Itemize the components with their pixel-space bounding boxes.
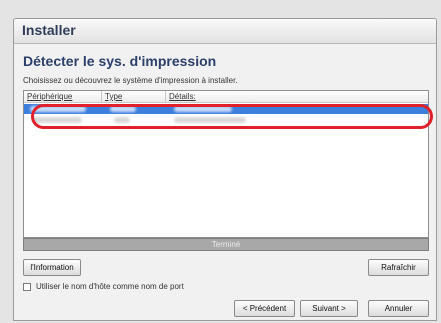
- installer-window: Installer Détecter le sys. d'impression …: [13, 18, 437, 321]
- next-button[interactable]: Suivant >: [300, 300, 358, 317]
- column-header-details[interactable]: Détails:: [166, 91, 428, 102]
- title-bar: Installer: [14, 19, 436, 44]
- column-header-device[interactable]: Périphérique: [24, 91, 102, 102]
- column-header-type[interactable]: Type: [102, 91, 166, 102]
- page-heading: Détecter le sys. d'impression: [23, 53, 217, 69]
- refresh-button[interactable]: Rafraîchir: [368, 259, 429, 276]
- page-subtitle: Choisissez ou découvrez le système d'imp…: [23, 76, 238, 85]
- status-bar: Terminé: [23, 238, 429, 251]
- previous-button[interactable]: < Précédent: [234, 300, 295, 317]
- cancel-button[interactable]: Annuler: [368, 300, 429, 317]
- use-hostname-option[interactable]: Utiliser le nom d'hôte comme nom de port: [23, 281, 184, 292]
- use-hostname-checkbox[interactable]: [23, 282, 31, 291]
- highlight-annotation: [31, 104, 433, 129]
- window-title: Installer: [22, 22, 76, 38]
- information-button[interactable]: l'Information: [23, 259, 81, 276]
- use-hostname-label: Utiliser le nom d'hôte comme nom de port: [36, 282, 184, 291]
- list-header: Périphérique Type Détails:: [24, 91, 428, 103]
